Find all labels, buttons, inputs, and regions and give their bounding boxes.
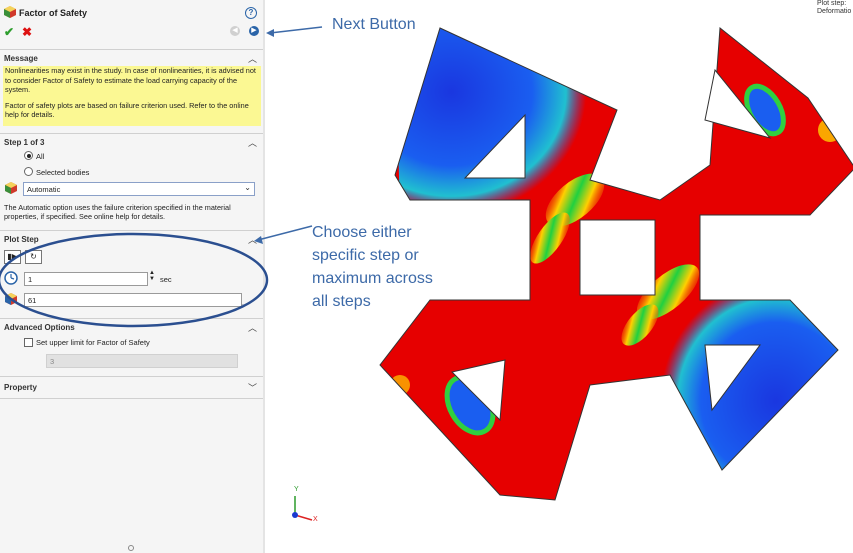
triad-x-label: X [313, 516, 318, 523]
plot-info-line-1: Plot step: [817, 0, 847, 7]
annotation-arrow-choose [257, 225, 313, 241]
annotation-arrow-next [269, 26, 323, 34]
fos-hotspot [390, 375, 410, 395]
annotation-choose-step: Choose either specific step or maximum a… [312, 221, 433, 313]
annotation-arrowhead [254, 236, 263, 244]
plot-info-line-2: Deformatio [817, 8, 852, 15]
annotation-line-3: maximum across [312, 270, 433, 287]
annotation-ellipse [0, 232, 269, 328]
triad-icon [292, 496, 313, 521]
triad-y-label: Y [294, 486, 299, 493]
fos-low-region-bottom-right [650, 280, 853, 500]
cutout-center [579, 219, 656, 296]
annotation-line-2: specific step or [312, 247, 419, 264]
plot-info-label: Plot step: Deformatio [817, 0, 851, 16]
annotation-line-1: Choose either [312, 224, 412, 241]
annotation-next-button: Next Button [332, 16, 416, 33]
annotation-line-4: all steps [312, 293, 371, 310]
annotation-arrowhead [266, 29, 274, 37]
